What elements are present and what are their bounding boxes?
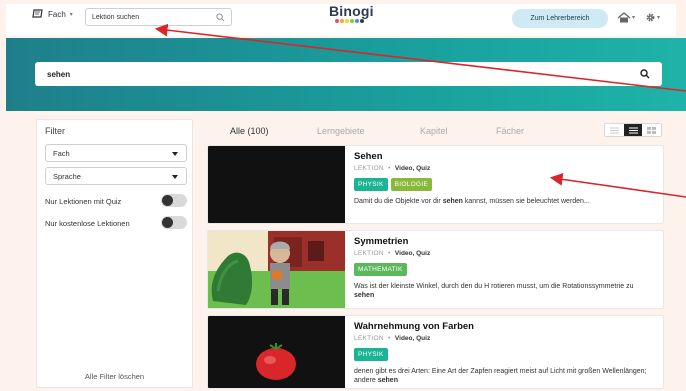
- search-icon[interactable]: [640, 69, 650, 79]
- chevron-down-icon: ▾: [657, 15, 661, 21]
- video-thumbnail[interactable]: [208, 146, 345, 223]
- gear-icon: [646, 13, 655, 22]
- lesson-search-field[interactable]: [85, 8, 232, 26]
- toggle-knob: [162, 217, 173, 228]
- result-description: Damit du die Objekte vor dir sehen kanns…: [354, 197, 655, 206]
- desc-highlight: sehen: [377, 377, 398, 385]
- home-menu[interactable]: ▾: [617, 12, 635, 23]
- toggle-knob: [162, 195, 173, 206]
- quiz-only-toggle[interactable]: [161, 194, 187, 207]
- result-formats: Video, Quiz: [394, 165, 431, 172]
- desc-highlight: sehen: [354, 292, 375, 300]
- subject-filter-select[interactable]: Fach: [45, 144, 187, 162]
- settings-menu[interactable]: ▾: [645, 12, 660, 23]
- subject-dropdown[interactable]: Fach ▾: [32, 9, 73, 19]
- list-icon: [628, 127, 638, 133]
- subject-tag[interactable]: MATHEMATIK: [354, 263, 407, 276]
- subject-tags: PHYSIK: [354, 348, 655, 361]
- filter-title: Filter: [45, 126, 65, 136]
- subject-tag[interactable]: PHYSIK: [354, 348, 388, 361]
- free-only-row: Nur kostenlose Lektionen: [45, 216, 187, 230]
- logo-text: Binogi: [329, 3, 374, 19]
- result-card-body: Symmetrien LEKTION • Video, Quiz MATHEMA…: [354, 236, 655, 300]
- subject-tag[interactable]: BIOLOGIE: [390, 178, 433, 191]
- result-card-body: Sehen LEKTION • Video, Quiz PHYSIK BIOLO…: [354, 151, 655, 206]
- chevron-down-icon: ▾: [632, 15, 636, 21]
- clear-filters-link[interactable]: Alle Filter löschen: [37, 372, 192, 381]
- subject-tags: MATHEMATIK: [354, 263, 655, 276]
- result-description: denen gibt es drei Arten: Eine Art der Z…: [354, 367, 655, 385]
- logo-dot: [334, 19, 339, 23]
- chevron-down-icon: ▾: [69, 11, 73, 18]
- logo-dot: [354, 19, 359, 23]
- chevron-down-icon: [172, 175, 178, 179]
- book-icon: [32, 9, 43, 18]
- subject-filter-label: Fach: [53, 148, 70, 158]
- quiz-only-row: Nur Lektionen mit Quiz: [45, 194, 187, 208]
- teacher-area-button[interactable]: Zum Lehrerbereich: [512, 9, 608, 28]
- result-description: Was ist der kleinste Winkel, durch den d…: [354, 282, 655, 300]
- video-thumbnail[interactable]: [208, 316, 345, 388]
- search-icon[interactable]: [216, 13, 225, 22]
- binogi-logo[interactable]: Binogi: [329, 3, 374, 23]
- subject-dropdown-label: Fach: [48, 9, 66, 19]
- result-title[interactable]: Wahrnehmung von Farben: [354, 321, 655, 332]
- grid-view-button[interactable]: [642, 124, 661, 136]
- result-title[interactable]: Sehen: [354, 151, 655, 162]
- video-thumbnail[interactable]: [208, 231, 345, 308]
- result-type: LEKTION: [354, 250, 384, 257]
- language-filter-label: Sprache: [53, 171, 81, 181]
- logo-dot: [344, 19, 349, 23]
- result-card-body: Wahrnehmung von Farben LEKTION • Video, …: [354, 321, 655, 385]
- home-icon: [617, 12, 631, 23]
- result-meta: LEKTION • Video, Quiz: [354, 335, 431, 342]
- tomato-illustration: [256, 343, 296, 380]
- result-card[interactable]: Sehen LEKTION • Video, Quiz PHYSIK BIOLO…: [207, 145, 664, 224]
- result-formats: Video, Quiz: [394, 335, 431, 342]
- result-title[interactable]: Symmetrien: [354, 236, 655, 247]
- free-only-toggle[interactable]: [161, 216, 187, 229]
- chevron-down-icon: [172, 152, 178, 156]
- result-meta: LEKTION • Video, Quiz: [354, 250, 431, 257]
- result-formats: Video, Quiz: [394, 250, 431, 257]
- lesson-search-input[interactable]: [92, 13, 212, 21]
- quiz-only-label: Nur Lektionen mit Quiz: [45, 196, 122, 206]
- desc-highlight: sehen: [442, 198, 463, 205]
- tab-chapters[interactable]: Kapitel: [420, 126, 448, 136]
- desc-text: kannst, müssen sie beleuchtet werden...: [462, 198, 590, 205]
- language-filter-select[interactable]: Sprache: [45, 167, 187, 185]
- logo-dot: [349, 19, 354, 23]
- logo-dot: [359, 19, 364, 23]
- logo-dot: [339, 19, 344, 23]
- compact-list-view-button[interactable]: [605, 124, 624, 136]
- list-view-button[interactable]: [623, 124, 643, 136]
- result-card[interactable]: Wahrnehmung von Farben LEKTION • Video, …: [207, 315, 664, 389]
- tab-all[interactable]: Alle (100): [230, 126, 269, 136]
- result-type: LEKTION: [354, 335, 384, 342]
- desc-text: Damit du die Objekte vor dir: [354, 198, 443, 205]
- cartoon-illustration: [208, 231, 345, 308]
- list-icon: [609, 127, 619, 133]
- result-meta: LEKTION • Video, Quiz: [354, 165, 431, 172]
- tab-subjects[interactable]: Fächer: [496, 126, 524, 136]
- filter-panel: Filter Fach Sprache Nur Lektionen mit Qu…: [36, 119, 193, 388]
- grid-icon: [647, 126, 657, 134]
- free-only-label: Nur kostenlose Lektionen: [45, 218, 130, 228]
- logo-dots: [329, 19, 369, 23]
- result-type: LEKTION: [354, 165, 384, 172]
- result-card[interactable]: Symmetrien LEKTION • Video, Quiz MATHEMA…: [207, 230, 664, 309]
- view-mode-toggle: [604, 123, 662, 137]
- main-search-field[interactable]: sehen: [35, 62, 662, 86]
- tab-learning-areas[interactable]: Lerngebiete: [317, 126, 365, 136]
- subject-tag[interactable]: PHYSIK: [354, 178, 388, 191]
- desc-text: Was ist der kleinste Winkel, durch den d…: [354, 283, 634, 290]
- main-search-value[interactable]: sehen: [47, 70, 70, 79]
- subject-tags: PHYSIK BIOLOGIE: [354, 178, 655, 191]
